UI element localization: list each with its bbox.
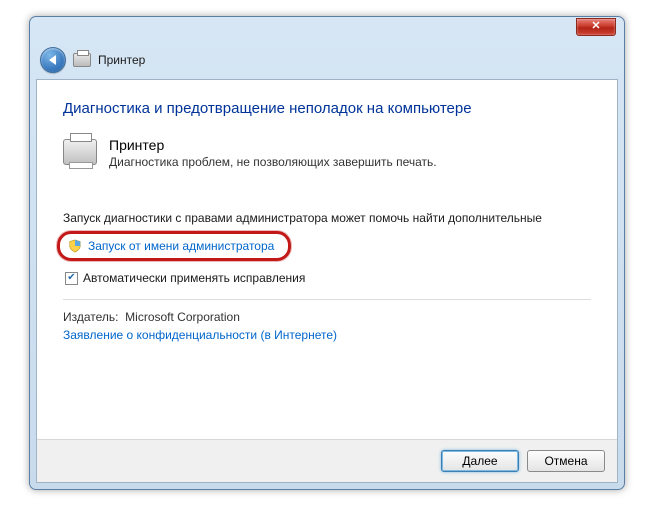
checkbox-label: Автоматически применять исправления (83, 271, 305, 285)
run-as-admin-link[interactable]: Запуск от имени администратора (57, 231, 291, 261)
close-button[interactable]: ✕ (576, 18, 616, 36)
privacy-link[interactable]: Заявление о конфиденциальности (в Интерн… (63, 328, 591, 342)
shield-icon (68, 239, 82, 253)
divider (63, 299, 591, 300)
checkbox-icon: ✔ (65, 272, 78, 285)
printer-icon-large (63, 139, 97, 165)
content: Диагностика и предотвращение неполадок н… (37, 80, 617, 439)
dialog-window: ✕ Принтер Диагностика и предотвращение н… (29, 16, 625, 490)
diagnostic-hint: Запуск диагностики с правами администрат… (63, 211, 591, 225)
troubleshooter-section: Принтер Диагностика проблем, не позволяю… (63, 137, 591, 169)
run-as-admin-label: Запуск от имени администратора (88, 239, 274, 253)
footer: Далее Отмена (37, 439, 617, 482)
section-desc: Диагностика проблем, не позволяющих заве… (109, 155, 437, 169)
next-button[interactable]: Далее (441, 450, 519, 472)
publisher-value: Microsoft Corporation (125, 310, 240, 324)
page-heading: Диагностика и предотвращение неполадок н… (63, 100, 591, 117)
auto-apply-checkbox[interactable]: ✔ Автоматически применять исправления (65, 271, 591, 285)
back-button[interactable] (40, 47, 66, 73)
titlebar: ✕ (36, 23, 618, 45)
section-title: Принтер (109, 137, 437, 153)
client-area: Диагностика и предотвращение неполадок н… (36, 79, 618, 483)
section-text: Принтер Диагностика проблем, не позволяю… (109, 137, 437, 169)
cancel-button[interactable]: Отмена (527, 450, 605, 472)
nav-title: Принтер (98, 53, 145, 67)
printer-icon (73, 53, 91, 67)
publisher-label: Издатель: (63, 310, 119, 324)
publisher-row: Издатель: Microsoft Corporation (63, 310, 591, 324)
nav-header: Принтер (36, 45, 618, 79)
